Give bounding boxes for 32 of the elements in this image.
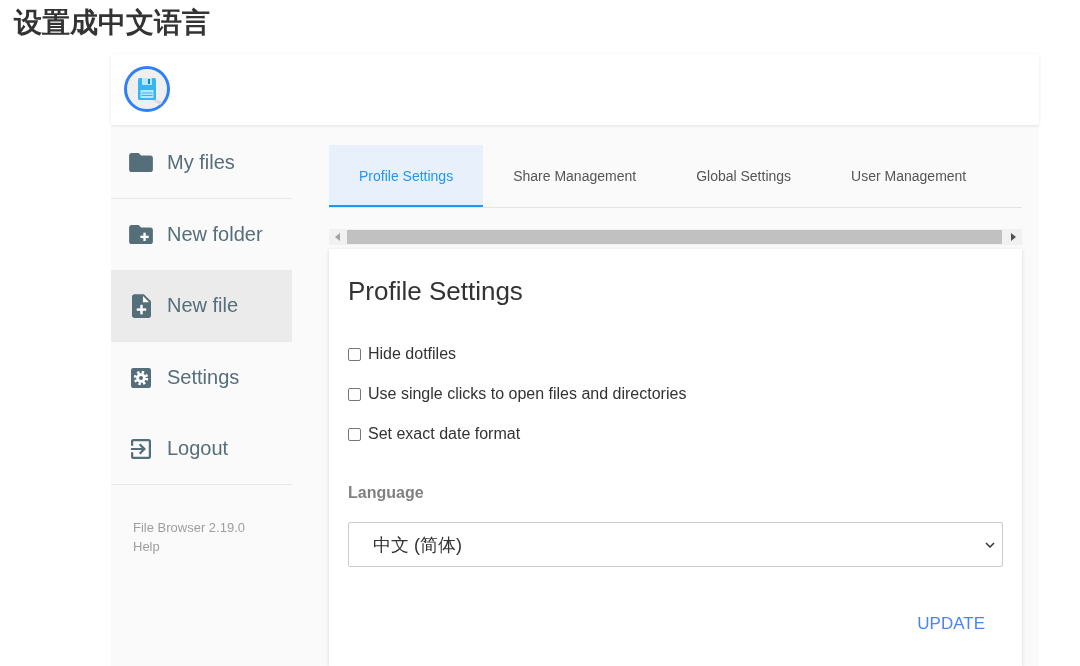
help-link[interactable]: Help xyxy=(133,537,160,556)
tab[interactable]: Profile Settings xyxy=(329,145,484,207)
card-title: Profile Settings xyxy=(348,275,523,307)
page-heading: 设置成中文语言 xyxy=(14,6,210,40)
tab[interactable]: User Management xyxy=(821,145,997,207)
option-label: Hide dotfiles xyxy=(368,345,457,363)
file-plus-icon xyxy=(131,293,151,318)
folder-icon xyxy=(129,153,153,172)
update-button[interactable]: UPDATE xyxy=(899,606,1003,642)
tab[interactable]: Global Settings xyxy=(666,145,822,207)
field-label: Language xyxy=(348,483,424,503)
sidebar-item[interactable]: New folder xyxy=(111,199,292,270)
tab[interactable]: Share Management xyxy=(483,145,667,207)
version-text: File Browser 2.19.0 xyxy=(133,519,245,537)
checkbox[interactable] xyxy=(348,427,361,441)
option-label: Use single clicks to open files and directories xyxy=(368,385,687,403)
folder-plus-icon xyxy=(129,225,153,244)
checkbox[interactable] xyxy=(348,347,361,361)
language-dropdown[interactable]: 中文 (简体) xyxy=(348,522,1003,567)
scrollbar-thumb[interactable] xyxy=(347,230,1002,244)
sidebar-item[interactable]: Settings xyxy=(111,342,292,413)
sidebar-item[interactable]: Logout xyxy=(111,413,292,484)
sidebar-item[interactable]: New file xyxy=(111,270,292,341)
option-label: Set exact date format xyxy=(368,425,521,443)
settings-icon xyxy=(131,367,151,388)
checkbox[interactable] xyxy=(348,387,361,401)
right-arrow-icon[interactable] xyxy=(1011,233,1016,241)
horizontal-scrollbar[interactable] xyxy=(329,229,1022,245)
sidebar-item[interactable]: My files xyxy=(111,127,292,198)
logout-icon xyxy=(131,438,151,459)
floppy-disk-logo-icon[interactable] xyxy=(124,66,170,112)
chevron-down-icon xyxy=(985,541,995,548)
